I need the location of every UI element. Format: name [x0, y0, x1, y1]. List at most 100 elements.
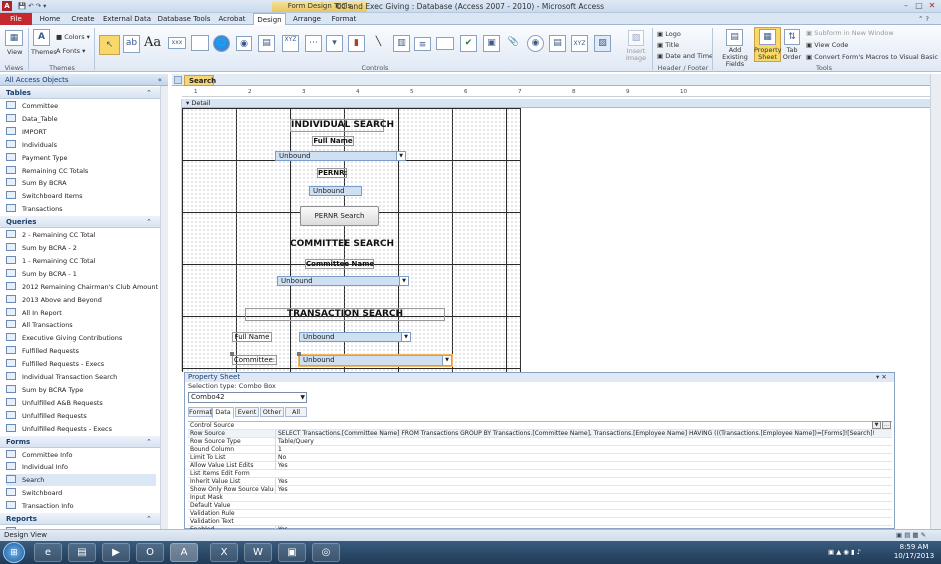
pernr-label[interactable]: PERNR:	[317, 168, 347, 178]
maximize-icon[interactable]: □	[913, 1, 925, 11]
ps-tab-other[interactable]: Other	[260, 407, 284, 417]
tx-full-name-combo[interactable]: Unbound ▼	[299, 332, 411, 342]
list-item[interactable]: Individual Info	[6, 461, 156, 473]
page-break-icon[interactable]: ⋯	[305, 35, 322, 52]
property-row[interactable]: Allow Value List Edits Yes	[188, 462, 892, 470]
list-item[interactable]: Remaining CC Totals	[6, 165, 156, 177]
list-box-icon[interactable]: ≡	[414, 37, 431, 51]
committee-colon-label[interactable]: Committee:	[232, 355, 277, 365]
close-icon[interactable]: ✕	[926, 1, 938, 11]
list-item[interactable]: Individuals	[6, 139, 156, 151]
list-item[interactable]: Sum By BCRA	[6, 177, 156, 189]
nav-section-reports[interactable]: Reports	[0, 513, 160, 525]
close-property-sheet-icon[interactable]: ▾ ✕	[876, 373, 887, 381]
full-name-combo[interactable]: Unbound ▼	[275, 151, 406, 161]
committee-name-label[interactable]: Committee Name	[305, 259, 374, 269]
convert-macros-button[interactable]: ▣ Convert Form's Macros to Visual Basic	[806, 53, 938, 61]
insert-image-icon[interactable]: ▨	[628, 30, 644, 46]
list-item[interactable]: Switchboard Items	[6, 190, 156, 202]
toggle-button-icon[interactable]: ▥	[393, 35, 410, 52]
list-item[interactable]: Transaction Info	[6, 500, 156, 512]
property-value[interactable]: Yes	[275, 478, 875, 486]
property-value[interactable]: Yes	[275, 462, 875, 470]
detail-section-bar[interactable]: ▾ Detail	[182, 99, 930, 108]
app-icon[interactable]: ▣	[278, 543, 306, 562]
line-icon[interactable]: ╲	[370, 35, 387, 52]
list-item[interactable]: Payment Type	[6, 152, 156, 164]
individual-search-heading[interactable]: INDIVIDUAL SEARCH	[290, 119, 394, 132]
list-item[interactable]: Executive Giving Contributions	[6, 332, 156, 344]
check-box-icon[interactable]: ✔	[460, 35, 477, 52]
subform-new-window-button[interactable]: ▣ Subform in New Window	[806, 29, 894, 37]
attachment-icon[interactable]: 📎	[505, 35, 522, 52]
nav-section-queries[interactable]: Queries	[0, 216, 160, 229]
property-row[interactable]: Show Only Row Source Values Yes	[188, 486, 892, 494]
list-item[interactable]: Sum by BCRA Type	[6, 384, 156, 396]
tab-format[interactable]: Format	[328, 13, 360, 25]
themes-button[interactable]: Themes	[31, 48, 57, 56]
move-handle[interactable]	[230, 352, 234, 356]
chevron-up-icon[interactable]: ⌃	[146, 87, 152, 99]
subform-icon[interactable]: ▤	[549, 35, 566, 52]
chevron-down-icon[interactable]: ▼	[300, 393, 305, 402]
tab-database-tools[interactable]: Database Tools	[156, 13, 212, 25]
minimize-icon[interactable]: –	[900, 1, 912, 11]
committee-search-heading[interactable]: COMMITTEE SEARCH	[290, 239, 394, 252]
chevron-up-icon[interactable]: ⌃	[146, 436, 152, 448]
unbound-object-frame-icon[interactable]: ▣	[483, 35, 500, 52]
select-pointer-icon[interactable]: ↖	[99, 35, 120, 55]
option-button-icon[interactable]: ◉	[527, 35, 544, 52]
list-item[interactable]: Individual Transaction Search	[6, 371, 156, 383]
image-control-icon[interactable]: ▨	[594, 35, 611, 52]
tx-full-name-label[interactable]: Full Name	[232, 332, 272, 342]
ps-tab-all[interactable]: All	[285, 407, 307, 417]
label-control-icon[interactable]: Aa	[144, 35, 161, 53]
property-value[interactable]: No	[275, 454, 875, 462]
chevron-down-icon[interactable]: ▼	[396, 152, 405, 160]
property-row[interactable]: Default Value	[188, 502, 892, 510]
property-value[interactable]: 1	[275, 446, 875, 454]
tab-order-button[interactable]: Tab Order	[781, 47, 803, 61]
property-row[interactable]: Limit To List No	[188, 454, 892, 462]
themes-icon[interactable]: A	[33, 29, 50, 46]
access-logo-icon[interactable]: A	[2, 1, 12, 11]
rectangle-icon[interactable]	[436, 37, 454, 50]
outlook-icon[interactable]: O	[136, 543, 164, 562]
property-row[interactable]: Inherit Value List Yes	[188, 478, 892, 486]
help-icon[interactable]: ⌃ ?	[918, 15, 929, 23]
add-fields-icon[interactable]: ▤	[726, 29, 743, 46]
fonts-button[interactable]: A Fonts ▾	[56, 47, 85, 55]
list-item[interactable]: Sum by BCRA - 1	[6, 268, 156, 280]
list-item[interactable]: 2012 Remaining Chairman's Club Amount	[6, 281, 158, 293]
quick-access-toolbar[interactable]: 💾 ↶ ↷ ▾	[18, 2, 46, 10]
nav-section-forms[interactable]: Forms	[0, 435, 160, 448]
navigation-control-icon[interactable]: ▤	[258, 35, 275, 52]
list-item[interactable]: Switchboard	[6, 487, 156, 499]
view-button[interactable]: View	[7, 48, 22, 56]
list-item[interactable]: IMPORT	[6, 126, 156, 138]
insert-image-button[interactable]: Insert Image	[624, 48, 648, 62]
property-sheet-header[interactable]: Property Sheet	[185, 373, 894, 382]
committee-combo[interactable]: Unbound ▼	[277, 276, 409, 286]
chevron-down-icon[interactable]: ▼	[442, 356, 451, 365]
list-item[interactable]: 2013 Above and Beyond	[6, 294, 156, 306]
property-row[interactable]: Row Source Type Table/Query	[188, 438, 892, 446]
pernr-search-button[interactable]: PERNR Search	[300, 206, 379, 226]
chrome-icon[interactable]: ◎	[312, 543, 340, 562]
view-code-button[interactable]: ▣ View Code	[806, 41, 848, 49]
web-browser-icon[interactable]: ◉	[236, 36, 252, 51]
chevron-down-icon[interactable]: ▼	[399, 277, 408, 285]
object-selector[interactable]: Combo42 ▼	[188, 392, 307, 403]
colors-button[interactable]: ■ Colors ▾	[56, 33, 90, 41]
list-item[interactable]: Committee	[6, 100, 156, 112]
property-value[interactable]: Table/Query	[275, 438, 875, 446]
nav-scrollbar[interactable]	[160, 86, 168, 529]
property-row[interactable]: Validation Rule	[188, 510, 892, 518]
hyperlink-icon[interactable]: 🌐	[213, 35, 230, 52]
nav-pane-header[interactable]: All Access Objects «	[0, 74, 168, 86]
explorer-icon[interactable]: ▤	[68, 543, 96, 562]
transaction-search-heading[interactable]: TRANSACTION SEARCH	[245, 308, 445, 321]
chevron-up-icon[interactable]: ⌃	[146, 513, 152, 525]
combo42-selected[interactable]: Unbound ▼	[299, 355, 452, 366]
ps-tab-format[interactable]: Format	[188, 407, 212, 417]
